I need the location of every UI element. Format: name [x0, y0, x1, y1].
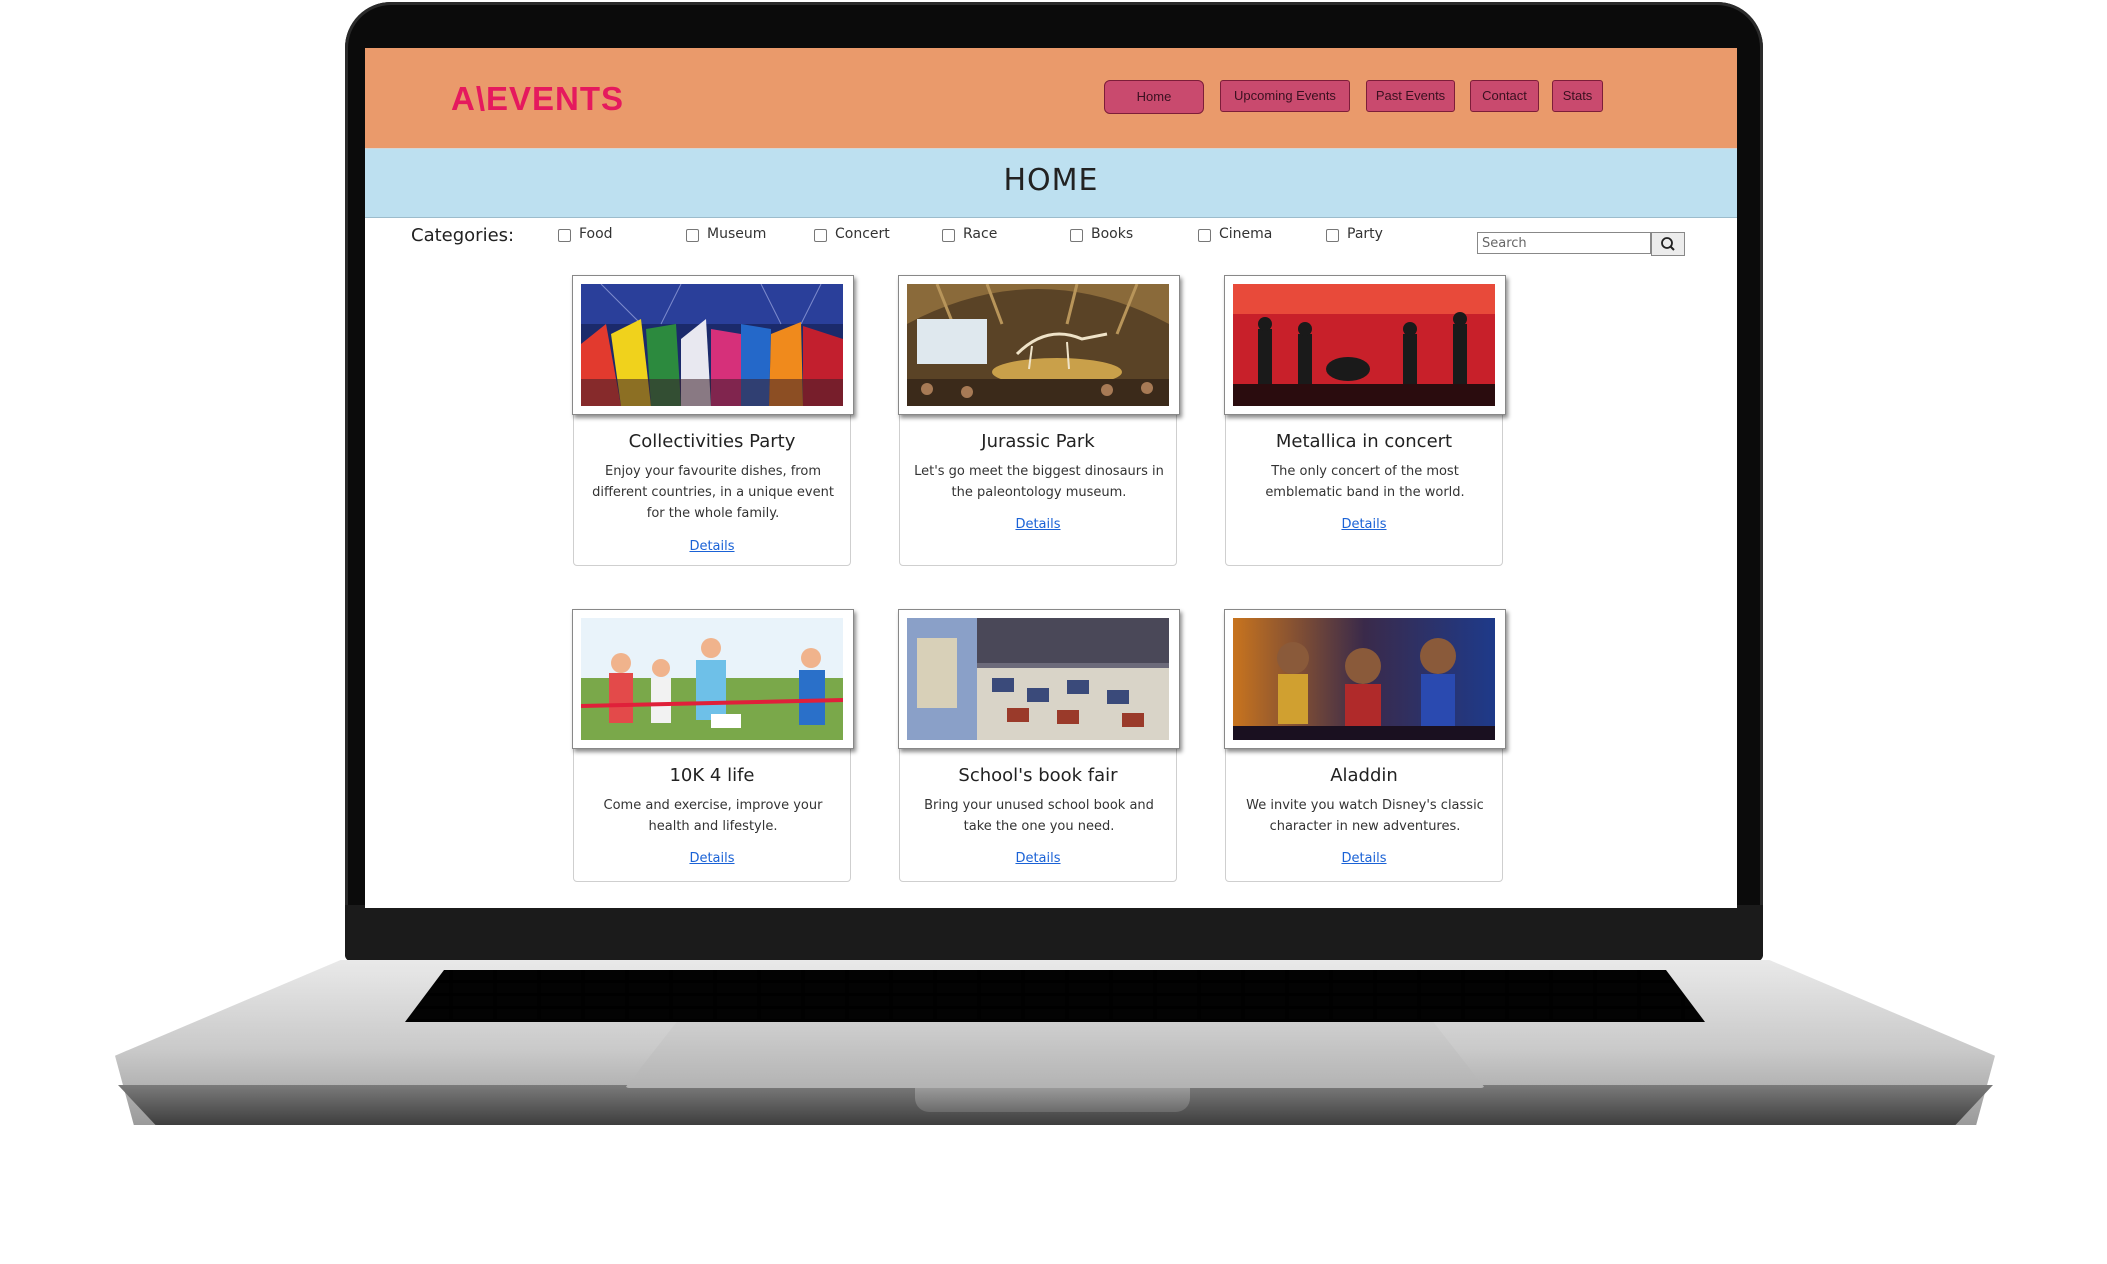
event-description: We invite you watch Disney's classic cha…	[1246, 798, 1484, 834]
event-details-link[interactable]: Details	[900, 851, 1176, 866]
event-card: School's book fair Bring your unused sch…	[898, 609, 1180, 882]
event-image-frame	[572, 609, 854, 749]
category-concert-checkbox[interactable]: Concert	[814, 226, 890, 242]
page-title: HOME	[1003, 163, 1099, 198]
event-image-frame	[898, 609, 1180, 749]
event-card: Jurassic Park Let's go meet the biggest …	[898, 275, 1180, 566]
header-bar: A\EVENTS Home Upcoming Events Past Event…	[365, 48, 1737, 149]
event-details-link[interactable]: Details	[574, 539, 850, 554]
checkbox-icon[interactable]	[814, 228, 827, 242]
event-title: Collectivities Party	[628, 431, 796, 452]
event-description: Bring your unused school book and take t…	[924, 798, 1154, 834]
event-image-frame	[1224, 275, 1506, 415]
nav-stats-button[interactable]: Stats	[1552, 80, 1603, 112]
dinosaur-museum-image[interactable]	[907, 284, 1169, 406]
category-party-checkbox[interactable]: Party	[1326, 226, 1383, 242]
event-details-link[interactable]: Details	[574, 851, 850, 866]
event-description: Come and exercise, improve your health a…	[603, 798, 823, 834]
event-image-frame	[898, 275, 1180, 415]
nav-contact-button[interactable]: Contact	[1470, 80, 1539, 112]
checkbox-icon[interactable]	[686, 228, 699, 242]
event-details-link[interactable]: Details	[900, 517, 1176, 532]
category-food-checkbox[interactable]: Food	[558, 226, 613, 242]
event-title: Metallica in concert	[1275, 431, 1453, 452]
runners-race-image[interactable]	[581, 618, 843, 740]
event-title: Jurassic Park	[981, 431, 1095, 452]
checkbox-icon[interactable]	[942, 228, 955, 242]
party-flags-image[interactable]	[581, 284, 843, 406]
event-image-frame	[572, 275, 854, 415]
page-title-bar: HOME	[365, 149, 1737, 218]
laptop-bezel-bottom	[345, 905, 1763, 961]
checkbox-icon[interactable]	[558, 228, 571, 242]
rock-concert-image[interactable]	[1233, 284, 1495, 406]
search-icon	[1661, 237, 1675, 251]
event-description: The only concert of the most emblematic …	[1265, 464, 1465, 500]
search-input[interactable]: Search	[1477, 232, 1651, 254]
event-description: Enjoy your favourite dishes, from differ…	[592, 464, 834, 521]
category-books-checkbox[interactable]: Books	[1070, 226, 1133, 242]
event-card: Aladdin We invite you watch Disney's cla…	[1224, 609, 1506, 882]
event-image-frame	[1224, 609, 1506, 749]
event-description: Let's go meet the biggest dinosaurs in t…	[914, 464, 1164, 500]
event-details-link[interactable]: Details	[1226, 851, 1502, 866]
event-title: Aladdin	[1330, 765, 1398, 786]
event-card: 10K 4 life Come and exercise, improve yo…	[572, 609, 854, 882]
nav-upcoming-events-button[interactable]: Upcoming Events	[1220, 80, 1350, 112]
category-museum-checkbox[interactable]: Museum	[686, 226, 766, 242]
checkbox-icon[interactable]	[1198, 228, 1211, 242]
category-race-checkbox[interactable]: Race	[942, 226, 997, 242]
nav-home-button[interactable]: Home	[1104, 80, 1204, 114]
checkbox-icon[interactable]	[1070, 228, 1083, 242]
nav-past-events-button[interactable]: Past Events	[1366, 80, 1455, 112]
laptop-notch	[915, 1088, 1190, 1112]
search-button[interactable]	[1651, 232, 1685, 256]
event-title: 10K 4 life	[669, 765, 755, 786]
aladdin-poster-image[interactable]	[1233, 618, 1495, 740]
event-details-link[interactable]: Details	[1226, 517, 1502, 532]
event-card: Metallica in concert The only concert of…	[1224, 275, 1506, 566]
book-fair-image[interactable]	[907, 618, 1169, 740]
laptop-keyboard	[405, 970, 1705, 1022]
browser-viewport: A\EVENTS Home Upcoming Events Past Event…	[365, 48, 1737, 908]
category-cinema-checkbox[interactable]: Cinema	[1198, 226, 1272, 242]
laptop-trackpad	[625, 1022, 1485, 1088]
event-title: School's book fair	[958, 765, 1118, 786]
event-card: Collectivities Party Enjoy your favourit…	[572, 275, 854, 566]
brand-logo[interactable]: A\EVENTS	[451, 80, 624, 118]
categories-label: Categories:	[411, 225, 515, 246]
checkbox-icon[interactable]	[1326, 228, 1339, 242]
